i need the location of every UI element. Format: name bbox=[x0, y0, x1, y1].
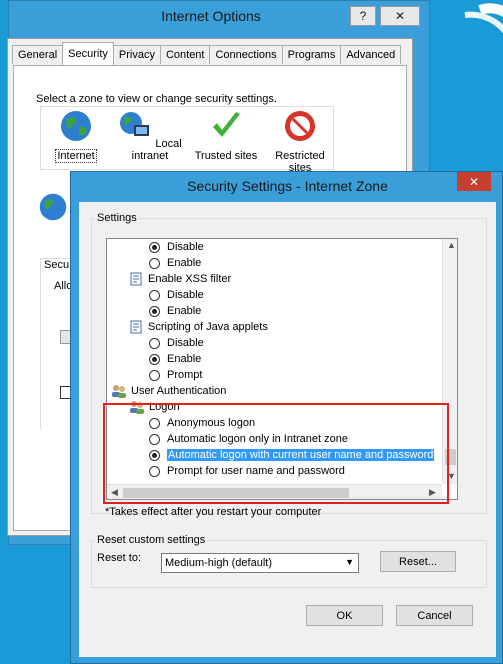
zone-prompt: Select a zone to view or change security… bbox=[36, 93, 277, 105]
zone-list: Internet Local intranet Trusted sites Re… bbox=[40, 106, 334, 174]
setting-option[interactable]: Disable bbox=[149, 287, 204, 303]
tab-content[interactable]: Content bbox=[159, 45, 211, 64]
setting-option[interactable]: Prompt bbox=[149, 367, 202, 383]
zone-trusted-sites[interactable]: Trusted sites bbox=[191, 107, 261, 162]
security-level-label: Secu bbox=[44, 259, 70, 271]
radio-button[interactable] bbox=[149, 257, 160, 269]
checkmark-icon bbox=[213, 112, 240, 137]
internet-options-tabs: General Security Privacy Content Connect… bbox=[12, 42, 402, 65]
setting-category-label: Enable XSS filter bbox=[148, 273, 232, 285]
script-settings-icon bbox=[130, 320, 142, 334]
setting-category-label: Scripting of Java applets bbox=[148, 321, 268, 333]
globe-icon bbox=[61, 111, 91, 141]
security-settings-close-button[interactable]: ✕ bbox=[457, 172, 491, 191]
setting-option[interactable]: Enable bbox=[149, 351, 201, 367]
setting-option-label: Disable bbox=[167, 337, 204, 349]
restart-note: *Takes effect after you restart your com… bbox=[105, 506, 322, 518]
radio-button[interactable] bbox=[149, 305, 160, 317]
restricted-icon bbox=[285, 111, 315, 141]
setting-option[interactable]: Disable bbox=[149, 239, 204, 255]
zone-internet[interactable]: Internet bbox=[49, 107, 103, 163]
help-button[interactable]: ? bbox=[350, 6, 376, 26]
highlight-annotation-box bbox=[103, 403, 449, 504]
setting-option[interactable]: Disable bbox=[149, 335, 204, 351]
setting-option[interactable]: Enable bbox=[149, 255, 201, 271]
setting-option-label: Disable bbox=[167, 289, 204, 301]
settings-group-label: Settings bbox=[95, 212, 139, 224]
setting-option[interactable]: Enable bbox=[149, 303, 201, 319]
reset-to-select[interactable]: Medium-high (default) ▼ bbox=[161, 553, 359, 573]
reset-to-value: Medium-high (default) bbox=[165, 557, 272, 569]
chevron-down-icon[interactable]: ▼ bbox=[345, 557, 354, 567]
zone-restricted-sites[interactable]: Restricted sites bbox=[269, 107, 331, 174]
zone-internet-label: Internet bbox=[55, 149, 97, 163]
reset-group-label: Reset custom settings bbox=[95, 534, 208, 546]
tab-security[interactable]: Security bbox=[62, 42, 114, 65]
setting-group-header: User Authentication bbox=[111, 383, 226, 399]
setting-category: Scripting of Java applets bbox=[129, 319, 268, 335]
desktop-logo-icon bbox=[464, 3, 503, 34]
tab-advanced[interactable]: Advanced bbox=[340, 45, 402, 64]
radio-button[interactable] bbox=[149, 289, 160, 301]
security-settings-title: Security Settings - Internet Zone bbox=[187, 178, 388, 194]
setting-group-label: User Authentication bbox=[131, 385, 227, 397]
zone-local-intranet[interactable]: Local intranet bbox=[115, 107, 185, 162]
reset-button[interactable]: Reset... bbox=[380, 551, 456, 572]
setting-option-label: Disable bbox=[167, 241, 204, 253]
radio-button[interactable] bbox=[149, 337, 160, 349]
setting-option-label: Enable bbox=[167, 305, 202, 317]
setting-option-label: Enable bbox=[167, 257, 202, 269]
setting-category: Enable XSS filter bbox=[129, 271, 231, 287]
zone-trusted-sites-label: Trusted sites bbox=[194, 150, 258, 162]
radio-button[interactable] bbox=[149, 369, 160, 381]
intranet-icon bbox=[120, 112, 150, 136]
tab-privacy[interactable]: Privacy bbox=[112, 45, 161, 64]
ok-button[interactable]: OK bbox=[306, 605, 383, 626]
setting-option-label: Enable bbox=[167, 353, 202, 365]
security-settings-window: Security Settings - Internet Zone ✕ Sett… bbox=[70, 171, 503, 664]
internet-options-close-button[interactable]: ✕ bbox=[380, 6, 420, 26]
radio-button[interactable] bbox=[149, 353, 160, 365]
tab-general[interactable]: General bbox=[12, 45, 64, 64]
script-settings-icon bbox=[130, 272, 142, 286]
users-icon bbox=[112, 385, 126, 398]
cancel-button[interactable]: Cancel bbox=[396, 605, 473, 626]
scroll-up-icon[interactable]: ▲ bbox=[447, 240, 456, 250]
security-settings-body: Settings Disable Enable Enable XSS filte… bbox=[79, 202, 496, 657]
setting-option-label: Prompt bbox=[167, 369, 203, 381]
reset-to-label: Reset to: bbox=[97, 552, 142, 564]
radio-button[interactable] bbox=[149, 241, 160, 253]
globe-icon bbox=[39, 193, 67, 221]
tab-programs[interactable]: Programs bbox=[281, 45, 342, 64]
tab-connections[interactable]: Connections bbox=[209, 45, 283, 64]
